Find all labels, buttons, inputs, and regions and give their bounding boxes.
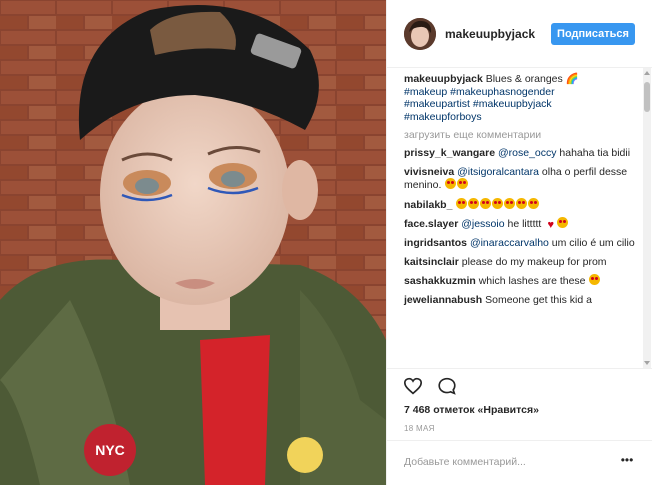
comment-text: which lashes are these [475, 275, 586, 287]
follow-button[interactable]: Подписаться [551, 23, 635, 45]
heart-eyes-emoji-icon [589, 274, 601, 285]
comment-username[interactable]: vivisneiva [404, 166, 454, 178]
heart-eyes-emoji-icon [557, 217, 569, 228]
nyc-patch-label: NYC [95, 442, 125, 458]
comment-item: prissy_k_wangare @rose_occy hahaha tia b… [404, 147, 641, 160]
heart-icon[interactable] [403, 377, 423, 395]
comment-username[interactable]: sashakkuzmin [404, 275, 476, 287]
more-options-button[interactable]: ••• [619, 454, 635, 469]
comment-mention[interactable]: @itsigoralcantara [457, 166, 539, 178]
comment-item: jeweliannabush Someone get this kid a [404, 294, 641, 307]
comment-text: hahaha tia bidii [556, 147, 631, 159]
post-header: makeuupbyjack Подписаться [387, 0, 652, 68]
scroll-down-arrow-icon[interactable] [644, 361, 650, 365]
likes-count[interactable]: 7 468 отметок «Нравится» [404, 404, 539, 416]
heart-eyes-emoji-icon [504, 197, 516, 209]
caption-text: Blues & oranges 🌈 [482, 73, 579, 85]
red-heart-emoji-icon: ♥ [547, 219, 555, 231]
comment-username[interactable]: ingridsantos [404, 237, 467, 249]
caption-username[interactable]: makeuupbyjack [404, 73, 483, 85]
comment-input[interactable] [404, 453, 604, 471]
heart-eyes-emoji-icon [528, 197, 540, 209]
comment-text: um cilio é um cilio [548, 237, 635, 249]
comment-username[interactable]: prissy_k_wangare [404, 147, 495, 159]
heart-eyes-emoji-icon [480, 197, 492, 209]
scrollbar-thumb[interactable] [644, 82, 650, 112]
comment-mention[interactable]: @inaraccarvalho [470, 237, 549, 249]
post-sidebar: makeuupbyjack Подписаться makeuupbyjack … [386, 0, 652, 485]
comment-item: ingridsantos @inaraccarvalho um cilio é … [404, 237, 641, 250]
scroll-up-arrow-icon[interactable] [644, 71, 650, 75]
comment-username[interactable]: kaitsinclair [404, 256, 459, 268]
heart-eyes-emoji-icon [456, 197, 468, 209]
comments-list[interactable]: makeuupbyjack Blues & oranges 🌈 #makeup … [387, 68, 652, 368]
add-comment-bar: ••• [387, 440, 652, 485]
comment-item: nabilakb_ [404, 197, 641, 212]
heart-eyes-emoji-icon [445, 178, 457, 189]
heart-eyes-emoji-icon [468, 197, 480, 209]
caption: makeuupbyjack Blues & oranges 🌈 #makeup … [404, 73, 609, 123]
heart-eyes-emoji-icon [516, 197, 528, 209]
comment-item: sashakkuzmin which lashes are these [404, 274, 641, 288]
post-actions [387, 368, 652, 400]
comments-scrollbar[interactable] [643, 68, 651, 368]
caption-hashtags[interactable]: #makeup #makeuphasnogender #makeupartist… [404, 86, 555, 123]
header-username[interactable]: makeuupbyjack [445, 27, 535, 41]
post-modal: NYC makeuupbyjack Подписаться makeuupbyj… [0, 0, 652, 485]
comment-item: kaitsinclair please do my makeup for pro… [404, 256, 641, 269]
comment-icon[interactable] [437, 377, 457, 395]
heart-eyes-emoji-icon [457, 178, 469, 189]
avatar[interactable] [404, 18, 436, 50]
comment-mention[interactable]: @jessoio [461, 218, 504, 230]
comment-text: he littttt [504, 218, 542, 230]
load-more-comments[interactable]: загрузить еще комментарии [404, 129, 641, 141]
comment-username[interactable]: face.slayer [404, 218, 458, 230]
comment-text: Someone get this kid a [482, 293, 592, 306]
comment-username[interactable]: nabilakb_ [404, 199, 452, 211]
comment-item: vivisneiva @itsigoralcantara olha o perf… [404, 166, 641, 192]
comment-mention[interactable]: @rose_occy [498, 147, 557, 159]
post-photo[interactable]: NYC [0, 0, 386, 485]
comment-text: please do my makeup for prom [458, 255, 607, 268]
heart-eyes-emoji-icon [492, 197, 504, 209]
post-date[interactable]: 18 МАЯ [404, 424, 435, 433]
comment-item: face.slayer @jessoio he littttt ♥ [404, 217, 641, 231]
comment-username[interactable]: jeweliannabush [404, 294, 482, 306]
